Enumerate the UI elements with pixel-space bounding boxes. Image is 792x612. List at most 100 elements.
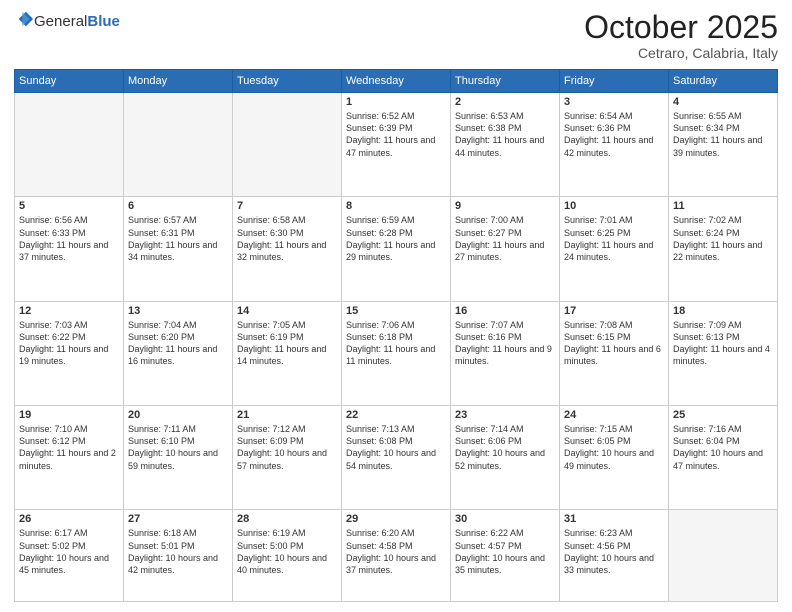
- day-number: 15: [346, 305, 446, 317]
- day-cell: 13 Sunrise: 7:04 AM Sunset: 6:20 PM Dayli…: [124, 301, 233, 405]
- day-number: 7: [237, 200, 337, 212]
- weekday-monday: Monday: [124, 70, 233, 93]
- title-block: October 2025 Cetraro, Calabria, Italy: [584, 10, 778, 61]
- weekday-tuesday: Tuesday: [233, 70, 342, 93]
- day-number: 3: [564, 96, 664, 108]
- day-info: Sunrise: 7:05 AM Sunset: 6:19 PM Dayligh…: [237, 319, 337, 368]
- day-number: 27: [128, 513, 228, 525]
- day-number: 25: [673, 409, 773, 421]
- day-cell: 27Sunrise: 6:18 AM Sunset: 5:01 PM Dayli…: [124, 510, 233, 602]
- day-info: Sunrise: 7:15 AM Sunset: 6:05 PM Dayligh…: [564, 423, 664, 472]
- day-cell: 5 Sunrise: 6:56 AM Sunset: 6:33 PM Daylig…: [15, 197, 124, 301]
- week-row-2: 12 Sunrise: 7:03 AM Sunset: 6:22 PM Dayli…: [15, 301, 778, 405]
- location: Cetraro, Calabria, Italy: [584, 45, 778, 61]
- day-number: 11: [673, 200, 773, 212]
- day-info: Sunrise: 6:59 AM Sunset: 6:28 PM Dayligh…: [346, 214, 446, 263]
- logo-general-text: General: [34, 13, 87, 30]
- day-info: Sunrise: 7:08 AM Sunset: 6:15 PM Dayligh…: [564, 319, 664, 368]
- day-cell: 21 Sunrise: 7:12 AM Sunset: 6:09 PM Dayli…: [233, 406, 342, 510]
- day-number: 16: [455, 305, 555, 317]
- weekday-wednesday: Wednesday: [342, 70, 451, 93]
- day-number: 14: [237, 305, 337, 317]
- day-cell: 26 Sunrise: 6:17 AM Sunset: 5:02 PM Dayli…: [15, 510, 124, 602]
- day-number: 12: [19, 305, 119, 317]
- day-number: 21: [237, 409, 337, 421]
- logo-text: GeneralBlue: [34, 13, 120, 31]
- day-info: Sunrise: 7:07 AM Sunset: 6:16 PM Dayligh…: [455, 319, 555, 368]
- day-cell: 23 Sunrise: 7:14 AM Sunset: 6:06 PM Dayli…: [451, 406, 560, 510]
- day-cell: 29Sunrise: 6:20 AM Sunset: 4:58 PM Dayli…: [342, 510, 451, 602]
- day-number: 26: [19, 513, 119, 525]
- day-number: 22: [346, 409, 446, 421]
- day-info: Sunrise: 6:52 AM Sunset: 6:39 PM Dayligh…: [346, 110, 446, 159]
- day-info: Sunrise: 6:54 AM Sunset: 6:36 PM Dayligh…: [564, 110, 664, 159]
- day-number: 28: [237, 513, 337, 525]
- day-info: Sunrise: 6:23 AM Sunset: 4:56 PM Dayligh…: [564, 527, 664, 576]
- week-row-1: 5 Sunrise: 6:56 AM Sunset: 6:33 PM Daylig…: [15, 197, 778, 301]
- day-info: Sunrise: 7:14 AM Sunset: 6:06 PM Dayligh…: [455, 423, 555, 472]
- weekday-sunday: Sunday: [15, 70, 124, 93]
- header: GeneralBlue October 2025 Cetraro, Calabr…: [14, 10, 778, 61]
- day-cell: [233, 93, 342, 197]
- day-number: 8: [346, 200, 446, 212]
- day-cell: 25Sunrise: 7:16 AM Sunset: 6:04 PM Dayli…: [669, 406, 778, 510]
- day-info: Sunrise: 7:01 AM Sunset: 6:25 PM Dayligh…: [564, 214, 664, 263]
- day-cell: 17 Sunrise: 7:08 AM Sunset: 6:15 PM Dayli…: [560, 301, 669, 405]
- day-cell: 11Sunrise: 7:02 AM Sunset: 6:24 PM Dayli…: [669, 197, 778, 301]
- day-info: Sunrise: 7:03 AM Sunset: 6:22 PM Dayligh…: [19, 319, 119, 368]
- day-number: 6: [128, 200, 228, 212]
- day-info: Sunrise: 7:04 AM Sunset: 6:20 PM Dayligh…: [128, 319, 228, 368]
- day-info: Sunrise: 6:55 AM Sunset: 6:34 PM Dayligh…: [673, 110, 773, 159]
- day-info: Sunrise: 7:06 AM Sunset: 6:18 PM Dayligh…: [346, 319, 446, 368]
- day-cell: 1Sunrise: 6:52 AM Sunset: 6:39 PM Daylig…: [342, 93, 451, 197]
- day-cell: 3 Sunrise: 6:54 AM Sunset: 6:36 PM Daylig…: [560, 93, 669, 197]
- day-info: Sunrise: 6:17 AM Sunset: 5:02 PM Dayligh…: [19, 527, 119, 576]
- day-number: 18: [673, 305, 773, 317]
- day-number: 30: [455, 513, 555, 525]
- logo-blue-text: Blue: [87, 13, 120, 30]
- day-info: Sunrise: 7:10 AM Sunset: 6:12 PM Dayligh…: [19, 423, 119, 472]
- day-info: Sunrise: 6:56 AM Sunset: 6:33 PM Dayligh…: [19, 214, 119, 263]
- day-number: 20: [128, 409, 228, 421]
- day-info: Sunrise: 7:13 AM Sunset: 6:08 PM Dayligh…: [346, 423, 446, 472]
- weekday-header-row: SundayMondayTuesdayWednesdayThursdayFrid…: [15, 70, 778, 93]
- day-cell: 19Sunrise: 7:10 AM Sunset: 6:12 PM Dayli…: [15, 406, 124, 510]
- calendar-body: 1Sunrise: 6:52 AM Sunset: 6:39 PM Daylig…: [15, 93, 778, 602]
- day-info: Sunrise: 7:00 AM Sunset: 6:27 PM Dayligh…: [455, 214, 555, 263]
- day-info: Sunrise: 6:22 AM Sunset: 4:57 PM Dayligh…: [455, 527, 555, 576]
- page: GeneralBlue October 2025 Cetraro, Calabr…: [0, 0, 792, 612]
- day-number: 23: [455, 409, 555, 421]
- day-cell: 15 Sunrise: 7:06 AM Sunset: 6:18 PM Dayli…: [342, 301, 451, 405]
- day-cell: 24 Sunrise: 7:15 AM Sunset: 6:05 PM Dayli…: [560, 406, 669, 510]
- day-number: 9: [455, 200, 555, 212]
- day-cell: 4 Sunrise: 6:55 AM Sunset: 6:34 PM Daylig…: [669, 93, 778, 197]
- day-number: 13: [128, 305, 228, 317]
- day-number: 2: [455, 96, 555, 108]
- day-info: Sunrise: 6:53 AM Sunset: 6:38 PM Dayligh…: [455, 110, 555, 159]
- day-info: Sunrise: 6:19 AM Sunset: 5:00 PM Dayligh…: [237, 527, 337, 576]
- day-cell: 2 Sunrise: 6:53 AM Sunset: 6:38 PM Daylig…: [451, 93, 560, 197]
- day-cell: 9 Sunrise: 7:00 AM Sunset: 6:27 PM Daylig…: [451, 197, 560, 301]
- day-cell: 8 Sunrise: 6:59 AM Sunset: 6:28 PM Daylig…: [342, 197, 451, 301]
- day-info: Sunrise: 7:12 AM Sunset: 6:09 PM Dayligh…: [237, 423, 337, 472]
- logo: GeneralBlue: [14, 10, 120, 33]
- day-number: 10: [564, 200, 664, 212]
- day-number: 29: [346, 513, 446, 525]
- day-number: 5: [19, 200, 119, 212]
- week-row-0: 1Sunrise: 6:52 AM Sunset: 6:39 PM Daylig…: [15, 93, 778, 197]
- day-cell: 10 Sunrise: 7:01 AM Sunset: 6:25 PM Dayli…: [560, 197, 669, 301]
- day-number: 4: [673, 96, 773, 108]
- day-cell: 6Sunrise: 6:57 AM Sunset: 6:31 PM Daylig…: [124, 197, 233, 301]
- day-cell: 16 Sunrise: 7:07 AM Sunset: 6:16 PM Dayli…: [451, 301, 560, 405]
- day-cell: 14 Sunrise: 7:05 AM Sunset: 6:19 PM Dayli…: [233, 301, 342, 405]
- day-cell: 12 Sunrise: 7:03 AM Sunset: 6:22 PM Dayli…: [15, 301, 124, 405]
- day-info: Sunrise: 6:58 AM Sunset: 6:30 PM Dayligh…: [237, 214, 337, 263]
- day-number: 17: [564, 305, 664, 317]
- day-cell: 7 Sunrise: 6:58 AM Sunset: 6:30 PM Daylig…: [233, 197, 342, 301]
- day-cell: 31Sunrise: 6:23 AM Sunset: 4:56 PM Dayli…: [560, 510, 669, 602]
- day-cell: [669, 510, 778, 602]
- day-cell: 20Sunrise: 7:11 AM Sunset: 6:10 PM Dayli…: [124, 406, 233, 510]
- logo-icon: [16, 10, 34, 28]
- day-info: Sunrise: 7:09 AM Sunset: 6:13 PM Dayligh…: [673, 319, 773, 368]
- day-number: 24: [564, 409, 664, 421]
